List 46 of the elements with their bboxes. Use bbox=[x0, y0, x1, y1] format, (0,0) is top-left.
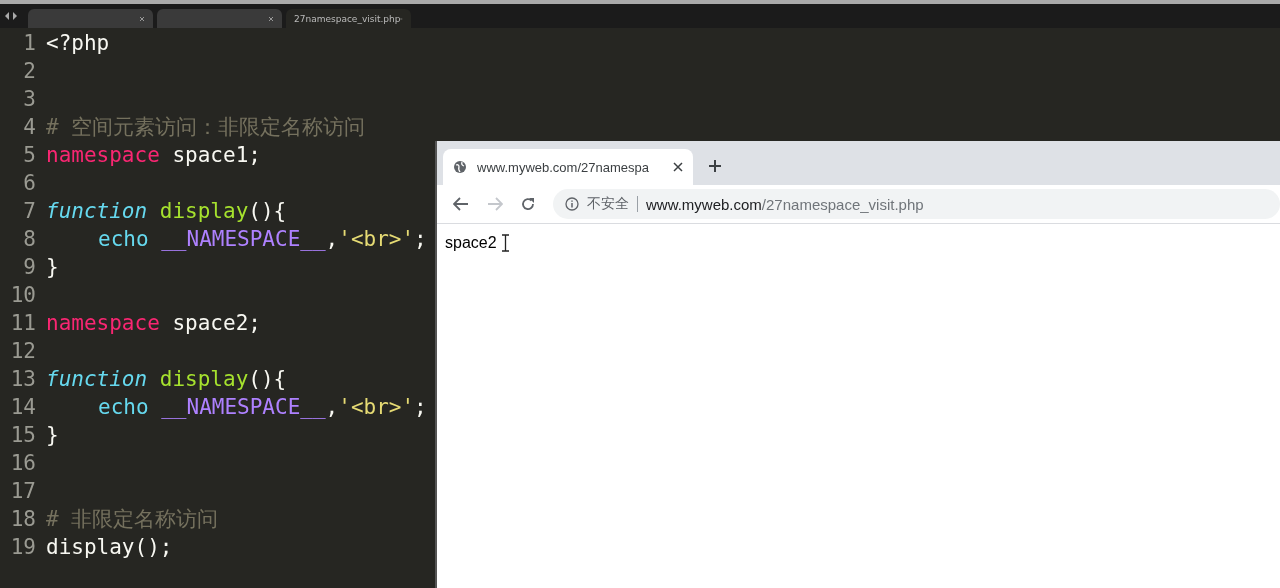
url-text: www.myweb.com/27namespace_visit.php bbox=[646, 195, 924, 213]
page-text: space2 bbox=[445, 234, 497, 252]
tab-title: www.myweb.com/27namespa bbox=[477, 159, 650, 175]
code-line: echo __NAMESPACE__,'<br>'; bbox=[97, 227, 427, 251]
line-number: 14 bbox=[9, 395, 37, 419]
code-line: function display(){ bbox=[46, 199, 287, 223]
file-tab[interactable]: 27namespace_visit.php bbox=[286, 9, 411, 28]
code-line: } bbox=[46, 423, 59, 447]
code-line: <?php bbox=[46, 31, 110, 55]
browser-tab[interactable]: www.myweb.com/27namespa bbox=[443, 149, 693, 185]
line-number: 6 bbox=[22, 171, 37, 195]
new-tab-icon[interactable] bbox=[709, 160, 721, 172]
line-number: 17 bbox=[9, 479, 37, 503]
line-number: 9 bbox=[22, 255, 37, 279]
line-number: 4 bbox=[22, 115, 37, 139]
line-number: 8 bbox=[22, 227, 37, 251]
line-number: 11 bbox=[9, 311, 37, 335]
globe-icon bbox=[453, 160, 467, 174]
line-number: 3 bbox=[22, 87, 37, 111]
line-number: 7 bbox=[22, 199, 37, 223]
line-number: 1 bbox=[22, 31, 37, 55]
line-number: 12 bbox=[9, 339, 37, 363]
close-icon[interactable] bbox=[673, 162, 683, 172]
text-cursor-icon bbox=[500, 234, 510, 252]
tab-scroll-icon[interactable] bbox=[4, 12, 18, 20]
code-line: } bbox=[46, 255, 59, 279]
code-line: # 空间元素访问：非限定名称访问 bbox=[46, 114, 366, 141]
address-bar[interactable]: 不安全 www.myweb.com/27namespace_visit.php bbox=[553, 189, 1280, 219]
security-label: 不安全 bbox=[587, 195, 629, 213]
line-number: 10 bbox=[9, 283, 37, 307]
line-number: 5 bbox=[22, 143, 37, 167]
info-icon bbox=[565, 197, 579, 211]
line-number: 19 bbox=[9, 535, 37, 559]
code-line: namespace space2; bbox=[46, 311, 261, 335]
code-line: function display(){ bbox=[46, 367, 287, 391]
code-line: namespace space1; bbox=[46, 143, 261, 167]
back-icon[interactable] bbox=[453, 197, 469, 211]
code-line: # 非限定名称访问 bbox=[46, 506, 219, 533]
code-line: echo __NAMESPACE__,'<br>'; bbox=[97, 395, 427, 419]
line-number: 18 bbox=[9, 507, 37, 531]
reload-icon[interactable] bbox=[521, 197, 535, 211]
line-number: 13 bbox=[9, 367, 37, 391]
code-line: display(); bbox=[46, 535, 173, 559]
line-number: 2 bbox=[22, 59, 37, 83]
line-number: 16 bbox=[9, 451, 37, 475]
line-number: 15 bbox=[9, 423, 37, 447]
